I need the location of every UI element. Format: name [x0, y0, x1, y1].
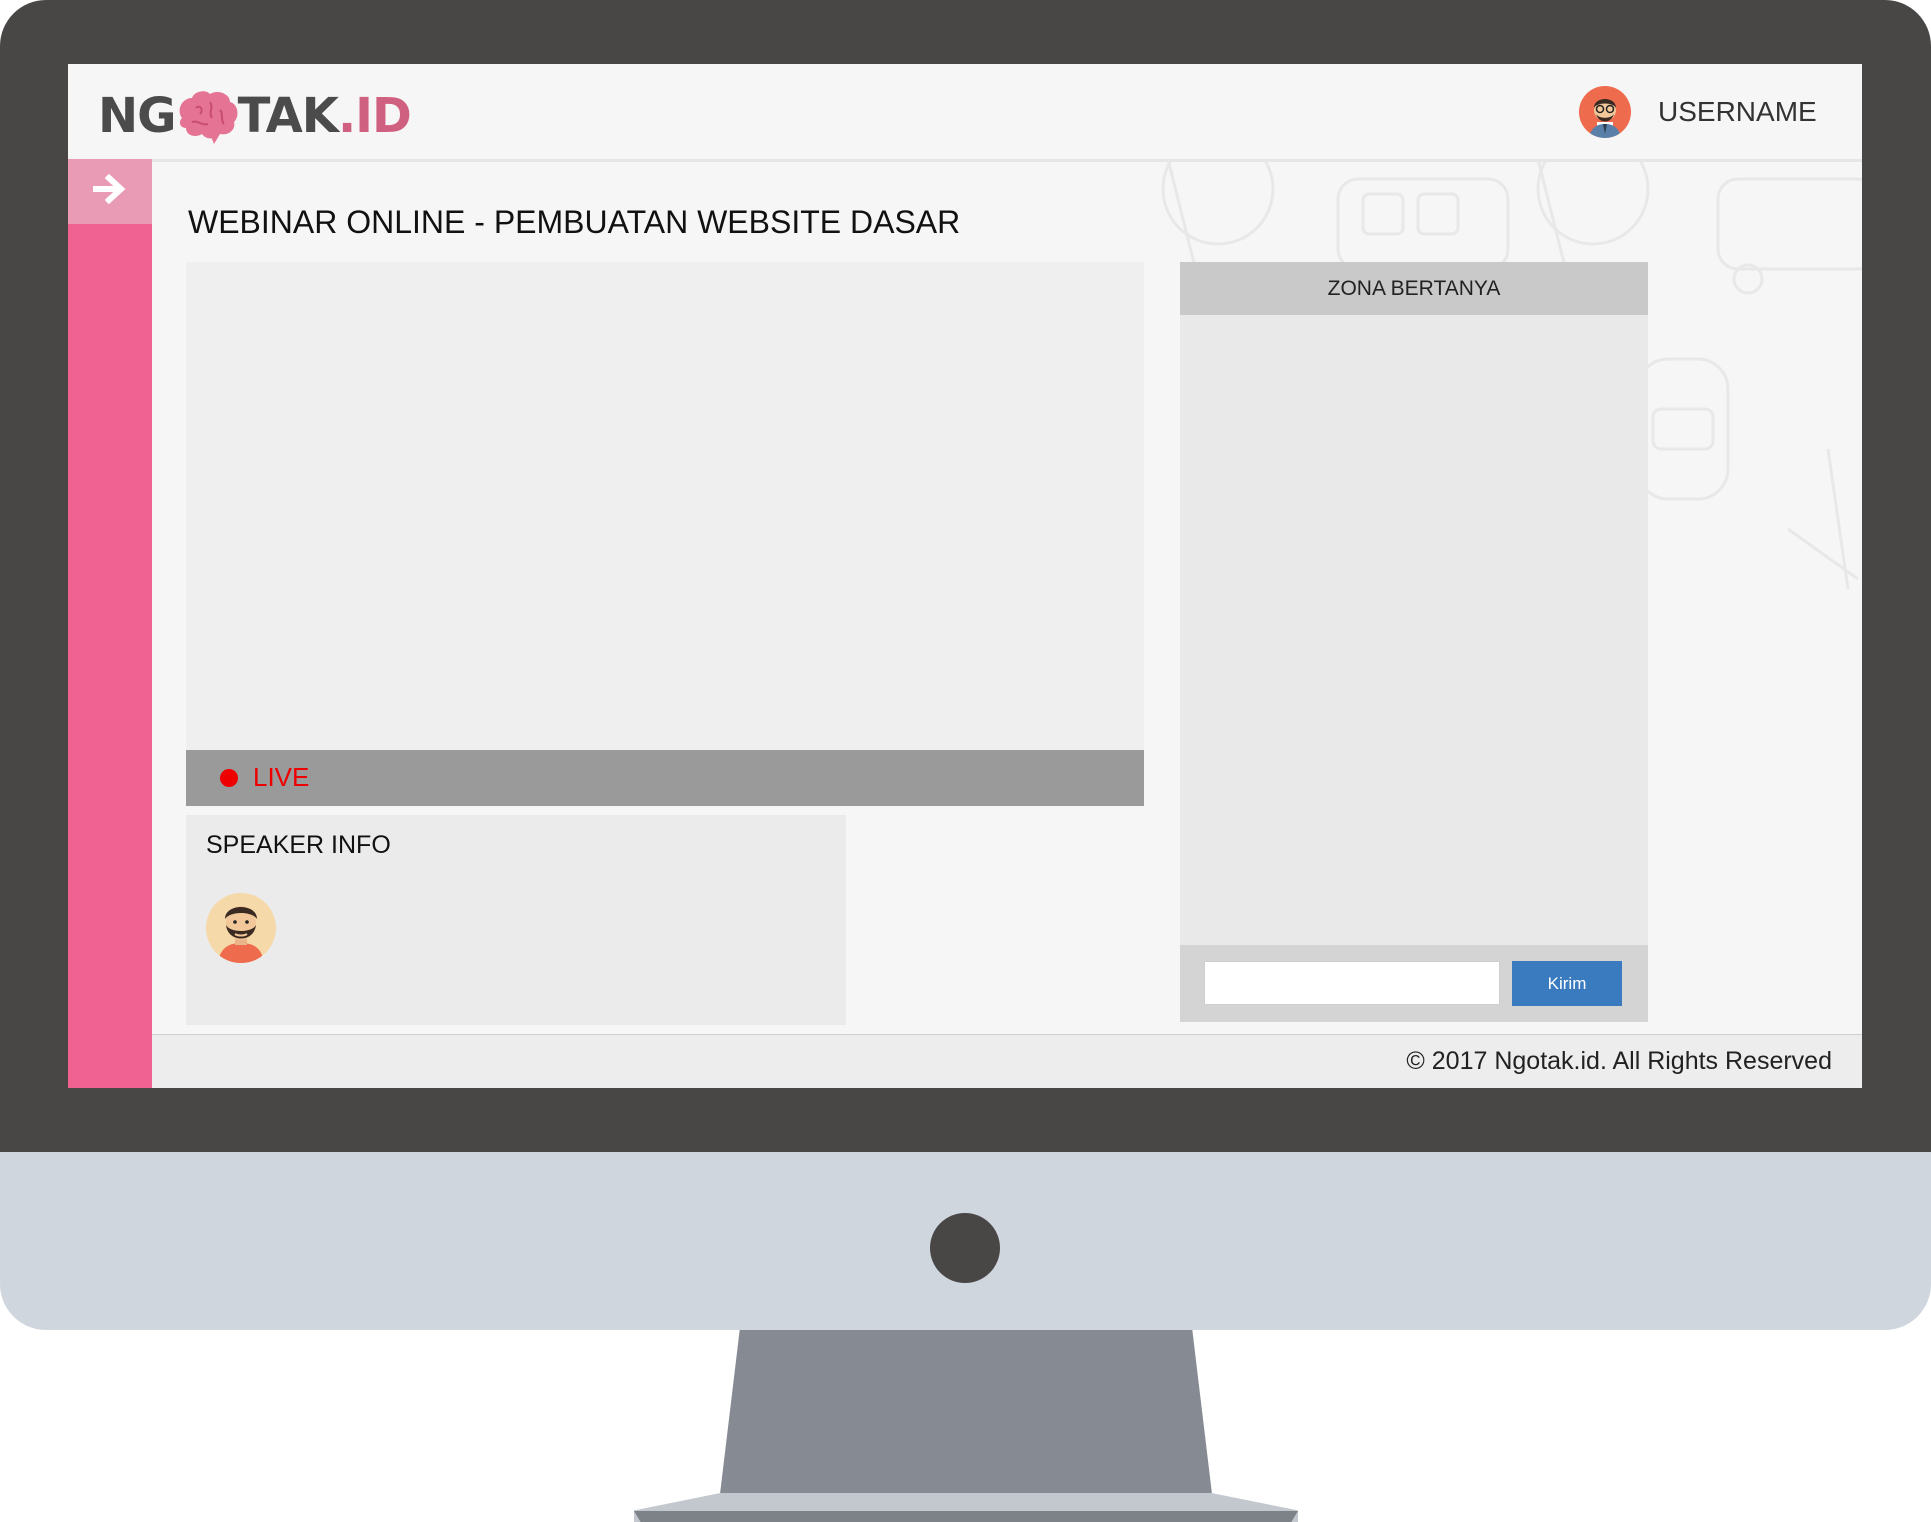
- arrow-right-icon: [93, 173, 127, 209]
- ngotak-logo[interactable]: NG TAK .ID: [98, 88, 412, 144]
- copyright-text: © 2017 Ngotak.id. All Rights Reserved: [1406, 1047, 1832, 1075]
- logo-text-suffix: .ID: [337, 88, 412, 144]
- speaker-info-title: SPEAKER INFO: [206, 831, 391, 859]
- qa-header: ZONA BERTANYA: [1180, 262, 1648, 315]
- top-header: NG TAK .ID USERNAME: [68, 64, 1862, 162]
- logo-text-left: NG: [98, 88, 177, 144]
- qa-panel: ZONA BERTANYA Kirim: [1180, 262, 1648, 1022]
- speaker-avatar[interactable]: [206, 893, 276, 963]
- username-label[interactable]: USERNAME: [1658, 96, 1817, 128]
- footer: © 2017 Ngotak.id. All Rights Reserved: [152, 1034, 1862, 1088]
- speaker-info-panel: SPEAKER INFO: [186, 815, 846, 1025]
- user-avatar[interactable]: [1579, 86, 1631, 138]
- sidebar-toggle-button[interactable]: [68, 159, 152, 224]
- page-title: WEBINAR ONLINE - PEMBUATAN WEBSITE DASAR: [188, 204, 961, 240]
- sidebar: [68, 159, 152, 1088]
- video-player[interactable]: [186, 262, 1144, 750]
- qa-input-bar: Kirim: [1180, 945, 1648, 1022]
- question-input[interactable]: [1204, 961, 1500, 1005]
- monitor-stand: [720, 1330, 1212, 1494]
- live-status-bar: LIVE: [186, 750, 1144, 806]
- app-screen: NG TAK .ID USERNAME WEBINAR ONLINE - PEM…: [68, 64, 1862, 1088]
- monitor-stand-base-edge: [634, 1511, 1298, 1522]
- logo-text-right: TAK: [237, 88, 339, 144]
- live-indicator-icon: [220, 769, 238, 787]
- brain-icon: [174, 88, 240, 144]
- live-label: LIVE: [253, 762, 310, 792]
- send-button[interactable]: Kirim: [1512, 961, 1622, 1006]
- monitor-logo-dot: [930, 1213, 1000, 1283]
